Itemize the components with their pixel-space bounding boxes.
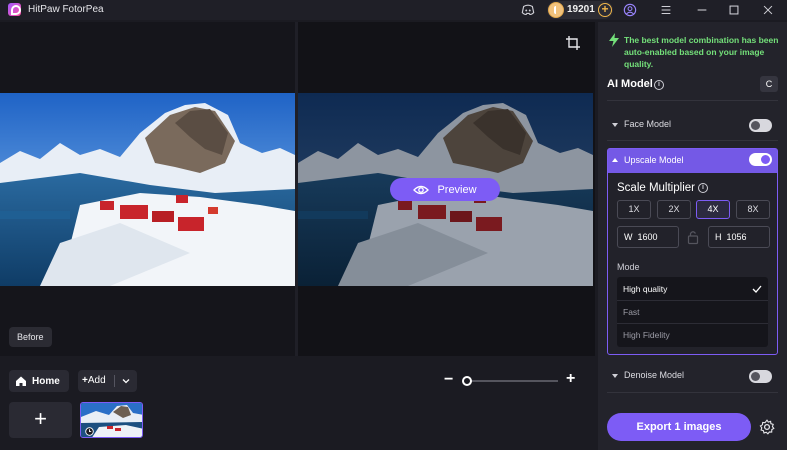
divider [607, 140, 778, 141]
coin-count: 19201 [567, 4, 595, 15]
upscale-model-toggle[interactable] [749, 153, 772, 166]
add-button[interactable]: +Add [78, 370, 137, 392]
maximize-icon[interactable] [727, 3, 741, 17]
before-badge: Before [9, 327, 52, 347]
app-window: HitPaw FotorPea 19201 + Preview Before H… [0, 0, 787, 450]
close-icon[interactable] [761, 3, 775, 17]
height-prefix: H [715, 232, 722, 242]
info-icon[interactable]: i [654, 80, 664, 90]
before-image [0, 93, 295, 286]
divider [607, 392, 778, 393]
add-coins-button[interactable]: + [598, 3, 612, 17]
app-title: HitPaw FotorPea [28, 4, 104, 15]
home-label: Home [32, 375, 60, 387]
multiplier-2x-button[interactable]: 2X [657, 200, 691, 219]
width-value: 1600 [637, 232, 658, 242]
zoom-out-button[interactable]: − [444, 372, 456, 388]
caret-up-icon [612, 158, 618, 162]
zoom-slider-track[interactable] [466, 380, 558, 382]
menu-icon[interactable] [659, 3, 673, 17]
eye-icon [413, 185, 430, 194]
height-field[interactable]: H 1056 [708, 226, 770, 248]
home-icon [16, 376, 26, 386]
zoom-slider-handle[interactable] [462, 376, 472, 386]
upscale-model-label: Upscale Model [624, 155, 684, 165]
add-image-tile[interactable]: + [9, 402, 72, 438]
mode-option-fast[interactable]: Fast [617, 301, 768, 324]
add-divider [114, 375, 115, 387]
info-icon[interactable]: i [698, 183, 708, 193]
mode-option-high-quality[interactable]: High quality [617, 278, 768, 301]
app-logo [8, 3, 21, 16]
coin-icon [548, 2, 564, 18]
minimize-icon[interactable] [695, 3, 709, 17]
width-field[interactable]: W 1600 [617, 226, 679, 248]
discord-icon[interactable] [521, 3, 535, 17]
add-label: +Add [82, 375, 106, 386]
mode-title: Mode [617, 262, 640, 272]
export-button[interactable]: Export 1 images [607, 413, 751, 441]
scale-multiplier-title: Scale Multiplier [617, 182, 695, 194]
height-value: 1056 [726, 232, 747, 242]
auto-enabled-notice: The best model combination has been auto… [624, 35, 779, 69]
mode-option-high-fidelity[interactable]: High Fidelity [617, 324, 768, 347]
checkmark-icon [752, 285, 762, 293]
lightning-icon [609, 33, 619, 47]
divider [607, 100, 778, 101]
home-button[interactable]: Home [9, 370, 69, 392]
width-prefix: W [624, 232, 633, 242]
refresh-button[interactable]: C [760, 76, 778, 92]
lock-icon[interactable] [686, 229, 700, 245]
add-text: Add [87, 375, 106, 386]
preview-label: Preview [437, 183, 477, 196]
multiplier-8x-button[interactable]: 8X [736, 200, 770, 219]
multiplier-1x-button[interactable]: 1X [617, 200, 651, 219]
face-model-toggle[interactable] [749, 119, 772, 132]
caret-down-icon [612, 123, 618, 127]
face-model-label: Face Model [624, 119, 672, 129]
image-thumbnail[interactable] [80, 402, 143, 438]
crop-icon[interactable] [566, 36, 580, 50]
gear-icon[interactable] [759, 419, 775, 435]
denoise-model-label: Denoise Model [624, 370, 685, 380]
preview-button[interactable]: Preview [390, 178, 500, 201]
multiplier-4x-button[interactable]: 4X [696, 200, 730, 219]
account-icon[interactable] [623, 3, 637, 17]
chevron-down-icon[interactable] [120, 375, 132, 387]
denoise-model-toggle[interactable] [749, 370, 772, 383]
clock-icon [85, 427, 94, 436]
zoom-in-button[interactable]: + [566, 371, 578, 387]
ai-model-title: AI Model [607, 78, 653, 90]
caret-down-icon [612, 374, 618, 378]
